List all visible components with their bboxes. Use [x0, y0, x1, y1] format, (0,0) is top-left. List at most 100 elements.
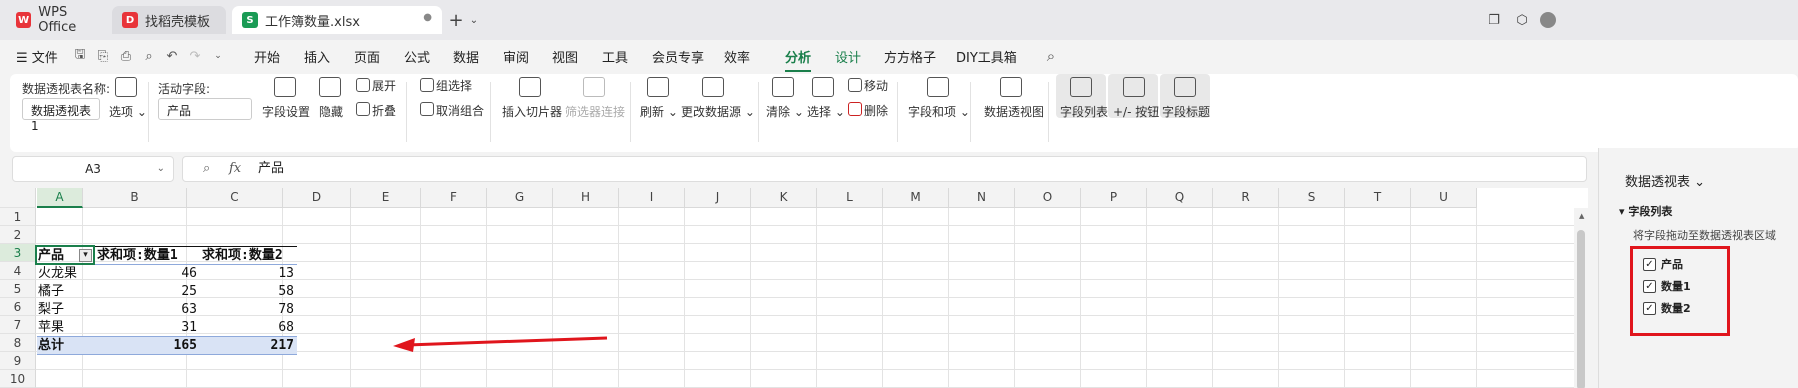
- menu-data[interactable]: 数据: [453, 47, 479, 66]
- menu-member[interactable]: 会员专享: [652, 47, 704, 66]
- column-header-t[interactable]: T: [1345, 188, 1411, 208]
- menu-review[interactable]: 审阅: [503, 47, 529, 66]
- panel-title[interactable]: 数据透视表 ⌄: [1625, 171, 1705, 190]
- chevron-down-icon[interactable]: ⌄: [464, 10, 484, 30]
- row-header-3[interactable]: 3: [0, 244, 36, 262]
- new-tab-plus-icon[interactable]: +: [446, 10, 466, 31]
- menu-diy[interactable]: DIY工具箱: [956, 47, 1017, 66]
- plus-minus-icon[interactable]: [1123, 77, 1145, 97]
- chevron-down-icon[interactable]: ⌄: [157, 157, 165, 181]
- column-header-b[interactable]: B: [83, 188, 187, 208]
- pivot-total-cell[interactable]: 165: [96, 337, 200, 354]
- delete-button[interactable]: 删除: [864, 102, 888, 119]
- unsaved-dot-icon[interactable]: ●: [423, 12, 432, 23]
- menu-formula[interactable]: 公式: [404, 47, 430, 66]
- pivot-cell[interactable]: 78: [201, 301, 297, 318]
- field-settings-icon[interactable]: [274, 77, 296, 97]
- column-header-u[interactable]: U: [1411, 188, 1477, 208]
- pivot-row-label[interactable]: 梨子: [38, 301, 64, 318]
- tab-template[interactable]: D 找稻壳模板: [112, 6, 226, 34]
- row-header-10[interactable]: 10: [0, 370, 36, 388]
- field-qty2[interactable]: 数量2: [1661, 300, 1691, 316]
- menu-page[interactable]: 页面: [354, 47, 380, 66]
- pivot-row-label[interactable]: 火龙果: [38, 265, 77, 282]
- pivot-cell[interactable]: 58: [201, 283, 297, 300]
- column-header-m[interactable]: M: [883, 188, 949, 208]
- ungroup-button[interactable]: 取消组合: [436, 102, 484, 119]
- filter-dropdown-icon[interactable]: ▾: [79, 249, 92, 262]
- field-list-button[interactable]: 字段列表: [1060, 103, 1108, 120]
- print-preview-icon[interactable]: ⌕: [141, 48, 157, 64]
- pivot-row-label[interactable]: 橘子: [38, 283, 64, 300]
- refresh-button[interactable]: 刷新 ⌄: [640, 103, 678, 120]
- menu-analyze[interactable]: 分析: [785, 47, 812, 72]
- vertical-scrollbar[interactable]: ▲: [1574, 208, 1588, 388]
- clear-icon[interactable]: [772, 77, 794, 97]
- column-header-s[interactable]: S: [1279, 188, 1345, 208]
- pivot-total-label[interactable]: 总计: [38, 337, 64, 354]
- column-header-g[interactable]: G: [487, 188, 553, 208]
- column-header-n[interactable]: N: [949, 188, 1015, 208]
- expand-button[interactable]: 展开: [372, 77, 396, 94]
- column-header-a[interactable]: A: [37, 188, 83, 208]
- change-source-button[interactable]: 更改数据源 ⌄: [681, 103, 755, 120]
- hide-button[interactable]: 隐藏: [319, 103, 343, 120]
- group-select-icon[interactable]: [420, 78, 434, 92]
- column-header-f[interactable]: F: [421, 188, 487, 208]
- cube-icon[interactable]: ⬡: [1512, 10, 1532, 30]
- column-header-l[interactable]: L: [817, 188, 883, 208]
- row-header-7[interactable]: 7: [0, 316, 36, 334]
- menu-design[interactable]: 设计: [835, 47, 861, 66]
- row-header-6[interactable]: 6: [0, 298, 36, 316]
- formula-bar[interactable]: ⌕ fx 产品: [182, 156, 1587, 182]
- field-settings-button[interactable]: 字段设置: [262, 103, 310, 120]
- pivot-chart-icon[interactable]: [1000, 77, 1022, 97]
- menu-start[interactable]: 开始: [254, 47, 280, 66]
- pivot-header-sum2[interactable]: 求和项:数量2: [202, 247, 283, 264]
- row-header-9[interactable]: 9: [0, 352, 36, 370]
- field-list-section[interactable]: ▾ 字段列表: [1619, 203, 1672, 219]
- redo-icon[interactable]: ↷: [187, 48, 203, 64]
- field-headers-icon[interactable]: [1174, 77, 1196, 97]
- collapse-button[interactable]: 折叠: [372, 102, 396, 119]
- checkbox-qty2[interactable]: ✓: [1643, 302, 1656, 315]
- column-header-h[interactable]: H: [553, 188, 619, 208]
- move-button[interactable]: 移动: [864, 77, 888, 94]
- column-header-k[interactable]: K: [751, 188, 817, 208]
- window-restore-icon[interactable]: ❐: [1484, 10, 1504, 30]
- column-header-q[interactable]: Q: [1147, 188, 1213, 208]
- row-header-2[interactable]: 2: [0, 226, 36, 244]
- column-header-d[interactable]: D: [283, 188, 351, 208]
- column-header-o[interactable]: O: [1015, 188, 1081, 208]
- column-header-i[interactable]: I: [619, 188, 685, 208]
- menu-efficiency[interactable]: 效率: [724, 47, 750, 66]
- row-header-8[interactable]: 8: [0, 334, 36, 352]
- plus-minus-button[interactable]: +/- 按钮: [1113, 103, 1159, 120]
- row-header-5[interactable]: 5: [0, 280, 36, 298]
- pivot-row-label[interactable]: 苹果: [38, 319, 64, 336]
- field-qty1[interactable]: 数量1: [1661, 278, 1691, 294]
- column-header-c[interactable]: C: [187, 188, 283, 208]
- pivot-header-sum1[interactable]: 求和项:数量1: [97, 247, 178, 264]
- options-button[interactable]: 选项 ⌄: [109, 103, 147, 120]
- field-list-icon[interactable]: [1070, 77, 1092, 97]
- clear-button[interactable]: 清除 ⌄: [766, 103, 804, 120]
- column-header-p[interactable]: P: [1081, 188, 1147, 208]
- name-box[interactable]: A3 ⌄: [12, 156, 174, 182]
- zoom-formula-icon[interactable]: ⌕: [203, 157, 210, 181]
- select-button[interactable]: 选择 ⌄: [807, 103, 845, 120]
- pivot-cell[interactable]: 46: [96, 265, 200, 282]
- field-product[interactable]: 产品: [1661, 256, 1683, 272]
- column-header-j[interactable]: J: [685, 188, 751, 208]
- menu-fangfang[interactable]: 方方格子: [884, 47, 936, 66]
- undo-icon[interactable]: ↶: [164, 48, 180, 64]
- fields-items-button[interactable]: 字段和项 ⌄: [908, 103, 970, 120]
- formula-content[interactable]: 产品: [258, 157, 284, 181]
- options-icon[interactable]: [115, 77, 137, 97]
- checkbox-product[interactable]: ✓: [1643, 258, 1656, 271]
- column-header-e[interactable]: E: [351, 188, 421, 208]
- share-icon[interactable]: ⎘: [95, 48, 111, 64]
- fields-items-icon[interactable]: [927, 77, 949, 97]
- menu-tools[interactable]: 工具: [602, 47, 628, 66]
- menu-view[interactable]: 视图: [552, 47, 578, 66]
